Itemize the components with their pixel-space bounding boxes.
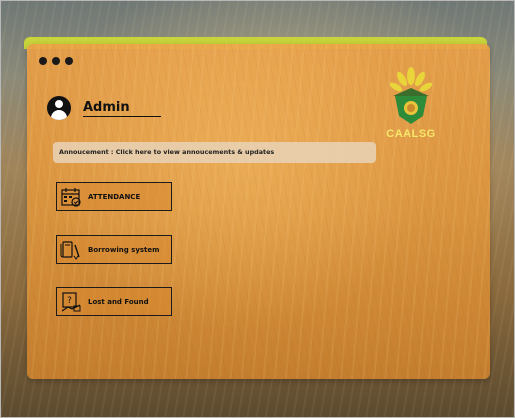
caalsg-logo: CAALSG <box>383 66 439 144</box>
attendance-button[interactable]: ATTENDANCE <box>56 182 172 211</box>
wheat-shield-logo-icon <box>389 67 433 124</box>
main-panel: Admin CAALSG Annoucement : Click here to… <box>27 44 490 379</box>
window-dot-3[interactable] <box>65 57 73 65</box>
book-pen-icon <box>60 240 80 260</box>
user-name: Admin <box>83 100 161 117</box>
lost-and-found-label: Lost and Found <box>88 297 149 306</box>
window-controls <box>39 57 73 65</box>
svg-text:?: ? <box>67 296 72 306</box>
logo-text: CAALSG <box>386 128 436 140</box>
window-dot-2[interactable] <box>52 57 60 65</box>
borrowing-system-label: Borrowing system <box>88 245 160 254</box>
announcement-bar[interactable]: Annoucement : Click here to view annouce… <box>53 142 376 163</box>
lost-found-icon: ? <box>61 291 81 311</box>
window-dot-1[interactable] <box>39 57 47 65</box>
lost-and-found-button[interactable]: ? Lost and Found <box>56 287 172 316</box>
user-avatar-icon <box>47 96 71 120</box>
attendance-label: ATTENDANCE <box>88 192 141 201</box>
user-profile[interactable]: Admin <box>47 96 161 120</box>
borrowing-system-button[interactable]: Borrowing system <box>56 235 172 264</box>
calendar-icon <box>61 187 81 207</box>
